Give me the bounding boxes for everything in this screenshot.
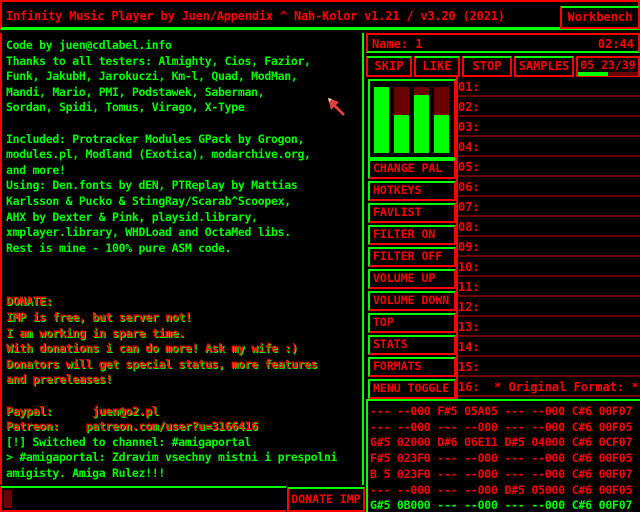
info-line: Funk, JakubH, Jarokuczi, Km-l, Quad, Mod…: [6, 69, 298, 84]
position-progress-fill: [578, 72, 608, 76]
vu-channel-2: [394, 87, 409, 153]
info-line: xmplayer.library, WHDLoad and OctaMed li…: [6, 225, 291, 240]
text-caret: [4, 490, 12, 508]
donate-button[interactable]: DONATE IMP: [287, 487, 365, 512]
channel-row[interactable]: 15:: [458, 357, 640, 377]
menu-button-hotkeys[interactable]: HOTKEYS: [368, 181, 456, 201]
menu-button-stats[interactable]: STATS: [368, 335, 456, 355]
channel-row[interactable]: 05:: [458, 157, 640, 177]
pattern-row: B 5 023F0 --- --000 --- --000 C#6 00F07: [370, 466, 633, 481]
channel-row[interactable]: 09:: [458, 237, 640, 257]
info-line: Donators will get special status, more f…: [6, 356, 318, 371]
info-line: > #amigaportal: Zdravim vsechny mistni i…: [6, 450, 338, 465]
channel-row[interactable]: 08:: [458, 217, 640, 237]
pattern-row-current: G#5 0B000 --- --000 --- --000 C#6 00F07: [370, 498, 633, 512]
pattern-row: --- --000 --- --000 --- --000 C#6 00F05: [370, 419, 633, 434]
pattern-row: F#5 023F0 --- --000 --- --000 C#6 00F05: [370, 451, 633, 466]
info-line: Rest is mine - 100% pure ASM code.: [6, 240, 232, 255]
position-progress-bar[interactable]: [578, 72, 638, 76]
pattern-row: --- --000 F#5 05A05 --- --000 C#6 00F07: [370, 404, 633, 418]
info-line: and prereleases!: [6, 372, 112, 387]
vu-level: [374, 87, 389, 153]
app-title: Infinity Music Player by Juen/Appendix ^…: [6, 9, 505, 23]
vu-channel-1: [374, 87, 389, 153]
channel-row[interactable]: 03:: [458, 117, 640, 137]
info-line: AHX by Dexter & Pink, playsid.library,: [6, 209, 258, 224]
player-panel: Name: 1 02:44 SKIP LIKE STOP SAMPLES 05 …: [366, 33, 640, 512]
channel-row[interactable]: 07:: [458, 197, 640, 217]
like-button[interactable]: LIKE: [414, 56, 460, 77]
workbench-button[interactable]: Workbench: [560, 6, 640, 29]
song-time: 02:44: [597, 37, 634, 51]
info-line: With donations i can do more! Ask my wif…: [6, 341, 298, 356]
stop-button[interactable]: STOP: [462, 56, 512, 77]
skip-button[interactable]: SKIP: [366, 56, 412, 77]
pattern-view: --- --000 F#5 05A05 --- --000 C#6 00F07-…: [366, 399, 640, 512]
info-line: DONATE:: [6, 294, 53, 309]
info-line: [!] Switched to channel: #amigaportal: [6, 434, 252, 449]
menu-button-volume-down[interactable]: VOLUME DOWN: [368, 291, 456, 311]
menu-button-filter-off[interactable]: FILTER OFF: [368, 247, 456, 267]
info-line: amigisty. Amiga Rulez!!!: [6, 466, 165, 480]
info-line: Using: Den.fonts by dEN, PTReplay by Mat…: [6, 178, 298, 193]
menu-button-volume-up[interactable]: VOLUME UP: [368, 269, 456, 289]
channel-row[interactable]: 12:: [458, 297, 640, 317]
info-line: Sordan, Spidi, Tomus, Virago, X-Type: [6, 100, 245, 115]
info-line: I am working in spare time.: [6, 325, 185, 340]
menu-button-change-pal[interactable]: CHANGE PAL: [368, 159, 456, 179]
pattern-row: --- --000 --- --000 D#5 05000 C#6 00F05: [370, 482, 633, 497]
mouse-pointer-icon: [328, 98, 345, 116]
info-line: Code by juen@cdlabel.info: [6, 38, 172, 52]
info-line: Thanks to all testers: Almighty, Cios, F…: [6, 53, 311, 68]
channel-row[interactable]: 11:: [458, 277, 640, 297]
vu-level: [434, 114, 449, 153]
channel-row[interactable]: 10:: [458, 257, 640, 277]
song-name: Name: 1: [372, 37, 423, 51]
pattern-row: G#5 02000 D#6 06E11 D#5 04000 C#6 0CF07: [370, 435, 633, 450]
info-line: Patreon: patreon.com/user?u=3166416: [6, 419, 258, 434]
chat-input[interactable]: [0, 486, 286, 512]
vu-level: [414, 94, 429, 153]
menu-button-top[interactable]: TOP: [368, 313, 456, 333]
info-line: Included: Protracker Modules GPack by Gr…: [6, 131, 305, 146]
song-name-bar: Name: 1 02:44: [366, 33, 640, 53]
vu-level: [394, 114, 409, 153]
title-bar[interactable]: Infinity Music Player by Juen/Appendix ^…: [0, 0, 640, 30]
vu-channel-4: [434, 87, 449, 153]
info-line: Paypal: juen@o2.pl: [6, 403, 159, 418]
menu-button-menu-toggle[interactable]: MENU TOGGLE: [368, 379, 456, 399]
info-line: modules.pl, Modland (Exotica), modarchiv…: [6, 147, 311, 162]
info-line: Mandi, Mario, PMI, Podstawek, Saberman,: [6, 84, 265, 99]
channel-row[interactable]: 04:: [458, 137, 640, 157]
channel-row[interactable]: 13:: [458, 317, 640, 337]
menu-button-formats[interactable]: FORMATS: [368, 357, 456, 377]
channel-list: 01: 02: 03: 04: 05: 06: 07: 08: 09: 10: 11: 12: 13: 1…: [456, 77, 640, 399]
vu-meter: [368, 79, 456, 159]
channel-row[interactable]: 14:: [458, 337, 640, 357]
info-chat-panel: Code by juen@cdlabel.info Thanks to all t…: [0, 33, 364, 485]
vu-channel-3: [414, 87, 429, 153]
channel-row[interactable]: 01:: [458, 77, 640, 97]
samples-button[interactable]: SAMPLES: [514, 56, 574, 77]
channel-row[interactable]: 02:: [458, 97, 640, 117]
channel-row[interactable]: 06:: [458, 177, 640, 197]
menu-button-filter-on[interactable]: FILTER ON: [368, 225, 456, 245]
info-line: and more!: [6, 162, 66, 177]
info-line: Karlsson & Pucko & StingRay/Scarab^Scoop…: [6, 194, 291, 208]
info-line: IMP is free, but server not!: [6, 310, 192, 324]
menu-button-favlist[interactable]: FAVLIST: [368, 203, 456, 223]
channel-row[interactable]: 16: * Original Format: *: [458, 377, 640, 397]
